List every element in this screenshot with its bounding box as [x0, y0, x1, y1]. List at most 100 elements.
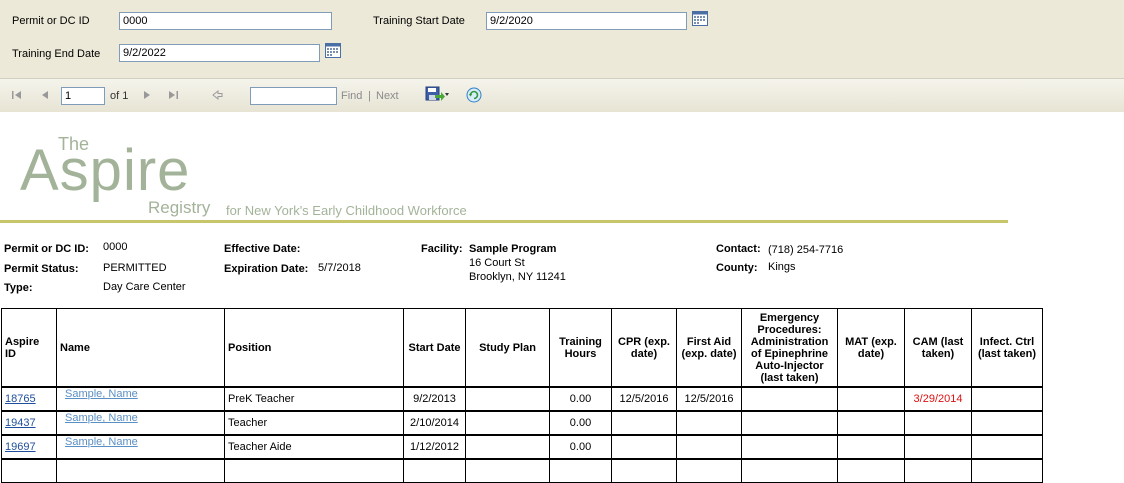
column-header-cpr: CPR (exp. date) — [611, 308, 677, 388]
calendar-icon[interactable] — [325, 43, 341, 58]
aspire-id-link[interactable]: 19437 — [1, 410, 57, 436]
parameter-panel: Permit or DC ID Training Start Date Trai… — [0, 0, 1124, 78]
column-header-infection-control: Infect. Ctrl (last taken) — [971, 308, 1043, 388]
facility-address-line2: Brooklyn, NY 11241 — [469, 271, 566, 283]
mat-cell — [837, 410, 905, 436]
cam-cell — [904, 434, 972, 460]
aspire-id-link[interactable]: 18765 — [1, 386, 57, 412]
epinephrine-cell — [741, 386, 838, 412]
refresh-icon[interactable] — [466, 87, 482, 103]
training-hours-cell: 0.00 — [549, 386, 612, 412]
position-cell: Teacher — [224, 410, 404, 436]
first-aid-cell — [676, 434, 742, 460]
find-link[interactable]: Find — [341, 90, 362, 102]
cpr-cell: 12/5/2016 — [611, 386, 677, 412]
first-page-icon[interactable] — [11, 89, 23, 101]
column-header-training-hours: Training Hours — [549, 308, 612, 388]
training-start-input[interactable] — [486, 12, 687, 30]
county-value: Kings — [768, 261, 796, 273]
cam-cell — [904, 410, 972, 436]
cam-cell: 3/29/2014 — [904, 386, 972, 412]
last-page-icon[interactable] — [167, 89, 179, 101]
next-link[interactable]: Next — [376, 90, 399, 102]
table-row: 19697 Sample, Name Teacher Aide 1/12/201… — [1, 434, 1043, 460]
column-header-cam: CAM (last taken) — [904, 308, 972, 388]
type-value: Day Care Center — [103, 281, 186, 293]
report-body: The Aspire Registry for New York's Early… — [0, 112, 1124, 483]
column-header-start-date: Start Date — [403, 308, 466, 388]
header-divider — [0, 220, 1008, 223]
infection-control-cell — [971, 434, 1043, 460]
table-row — [1, 458, 1043, 483]
contact-label: Contact: — [716, 243, 761, 255]
find-text-input[interactable] — [250, 87, 337, 105]
next-page-icon[interactable] — [141, 89, 153, 101]
start-date-cell: 2/10/2014 — [403, 410, 466, 436]
permit-id-label: Permit or DC ID: — [4, 243, 89, 255]
column-header-first-aid: First Aid (exp. date) — [676, 308, 742, 388]
permit-id-label: Permit or DC ID — [12, 15, 90, 27]
name-cell: Sample, Name — [56, 434, 225, 460]
column-header-position: Position — [224, 308, 404, 388]
facility-address-line1: 16 Court St — [469, 257, 525, 269]
table-row: 18765 Sample, Name PreK Teacher 9/2/2013… — [1, 386, 1043, 412]
study-plan-cell — [465, 386, 550, 412]
facility-label: Facility: — [421, 243, 463, 255]
start-date-cell: 9/2/2013 — [403, 386, 466, 412]
back-to-parent-icon[interactable] — [211, 89, 223, 101]
page-count: of 1 — [110, 90, 129, 102]
aspire-id-link[interactable]: 19697 — [1, 434, 57, 460]
permit-status-value: PERMITTED — [103, 262, 167, 274]
logo-registry: Registry — [148, 198, 211, 217]
staff-table: Aspire ID Name Position Start Date Study… — [1, 308, 1043, 483]
position-cell: Teacher Aide — [224, 434, 404, 460]
name-cell: Sample, Name — [56, 410, 225, 436]
logo-tagline: for New York's Early Childhood Workforce — [226, 203, 467, 218]
name-link[interactable]: Sample, Name — [65, 412, 138, 424]
find-separator: | — [368, 90, 371, 102]
training-hours-cell: 0.00 — [549, 434, 612, 460]
table-row: 19437 Sample, Name Teacher 2/10/2014 0.0… — [1, 410, 1043, 436]
column-header-mat: MAT (exp. date) — [837, 308, 905, 388]
page-number-input[interactable] — [61, 87, 105, 105]
position-cell: PreK Teacher — [224, 386, 404, 412]
training-end-input[interactable] — [119, 44, 320, 62]
mat-cell — [837, 386, 905, 412]
epinephrine-cell — [741, 410, 838, 436]
permit-status-label: Permit Status: — [4, 263, 79, 275]
calendar-icon[interactable] — [692, 11, 708, 26]
study-plan-cell — [465, 410, 550, 436]
name-link[interactable]: Sample, Name — [65, 388, 138, 400]
column-header-name: Name — [56, 308, 225, 388]
start-date-cell: 1/12/2012 — [403, 434, 466, 460]
training-end-label: Training End Date — [12, 48, 101, 60]
expiration-date-value: 5/7/2018 — [318, 262, 361, 274]
table-header-row: Aspire ID Name Position Start Date Study… — [1, 308, 1043, 388]
previous-page-icon[interactable] — [39, 89, 51, 101]
effective-date-label: Effective Date: — [224, 243, 301, 255]
contact-value: (718) 254-7716 — [768, 244, 844, 256]
report-toolbar: of 1 Find | Next — [0, 78, 1124, 113]
training-start-label: Training Start Date — [373, 15, 465, 27]
export-save-icon[interactable] — [425, 86, 449, 102]
study-plan-cell — [465, 434, 550, 460]
epinephrine-cell — [741, 434, 838, 460]
infection-control-cell — [971, 410, 1043, 436]
county-label: County: — [716, 262, 758, 274]
column-header-study-plan: Study Plan — [465, 308, 550, 388]
training-hours-cell: 0.00 — [549, 410, 612, 436]
column-header-aspire-id: Aspire ID — [1, 308, 57, 388]
expiration-date-label: Expiration Date: — [224, 263, 309, 275]
cpr-cell — [611, 410, 677, 436]
logo-aspire: Aspire — [20, 138, 191, 203]
facility-name: Sample Program — [469, 243, 557, 255]
permit-id-input[interactable] — [119, 12, 332, 30]
type-label: Type: — [4, 282, 33, 294]
infection-control-cell — [971, 386, 1043, 412]
first-aid-cell — [676, 410, 742, 436]
name-link[interactable]: Sample, Name — [65, 436, 138, 448]
mat-cell — [837, 434, 905, 460]
first-aid-cell: 12/5/2016 — [676, 386, 742, 412]
permit-id-value: 0000 — [103, 241, 128, 253]
cpr-cell — [611, 434, 677, 460]
